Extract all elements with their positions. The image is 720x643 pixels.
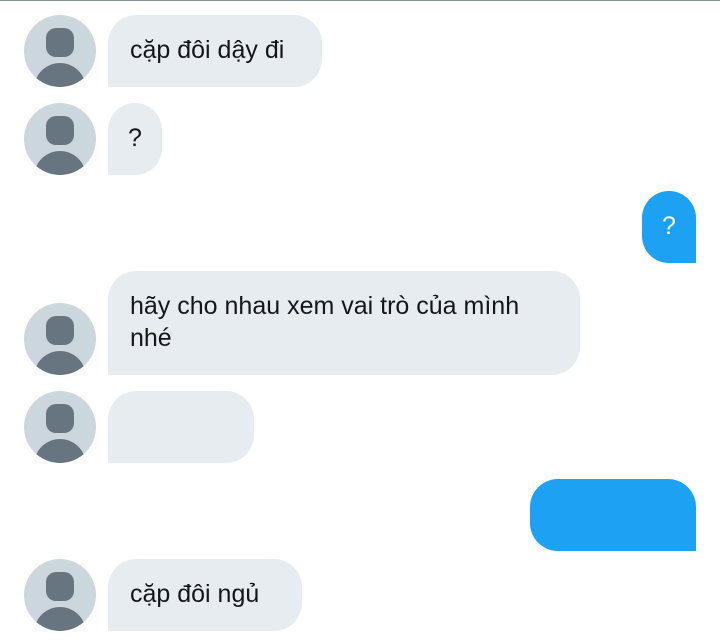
avatar-head-shape [46,316,74,345]
avatar-icon[interactable] [24,15,96,87]
avatar-head-shape [46,572,74,601]
avatar-body-shape [34,151,86,175]
incoming-message-bubble[interactable]: cặp đôi ngủ [108,559,302,631]
avatar-icon[interactable] [24,391,96,463]
incoming-message-bubble[interactable] [108,391,254,463]
incoming-message-bubble[interactable]: cặp đôi dậy đi [108,15,322,87]
message-text: hãy cho nhau xem vai trò của mình nhé [130,292,520,352]
avatar-body-shape [34,439,86,463]
avatar-body-shape [34,351,86,375]
outgoing-message-bubble[interactable]: ? [642,191,696,263]
incoming-message-bubble[interactable]: hãy cho nhau xem vai trò của mình nhé [108,271,580,375]
message-text: ? [662,212,676,240]
avatar-head-shape [46,28,74,57]
message-text: cặp đôi dậy đi [130,36,285,64]
avatar-head-shape [46,116,74,145]
top-divider [0,0,720,1]
avatar-body-shape [34,607,86,631]
message-text: ? [128,124,142,152]
avatar-icon[interactable] [24,559,96,631]
outgoing-message-bubble[interactable] [530,479,696,551]
incoming-message-bubble[interactable]: ? [108,103,162,175]
avatar-icon[interactable] [24,303,96,375]
avatar-body-shape [34,63,86,87]
message-text: cặp đôi ngủ [130,580,260,608]
avatar-head-shape [46,404,74,433]
avatar-icon[interactable] [24,103,96,175]
